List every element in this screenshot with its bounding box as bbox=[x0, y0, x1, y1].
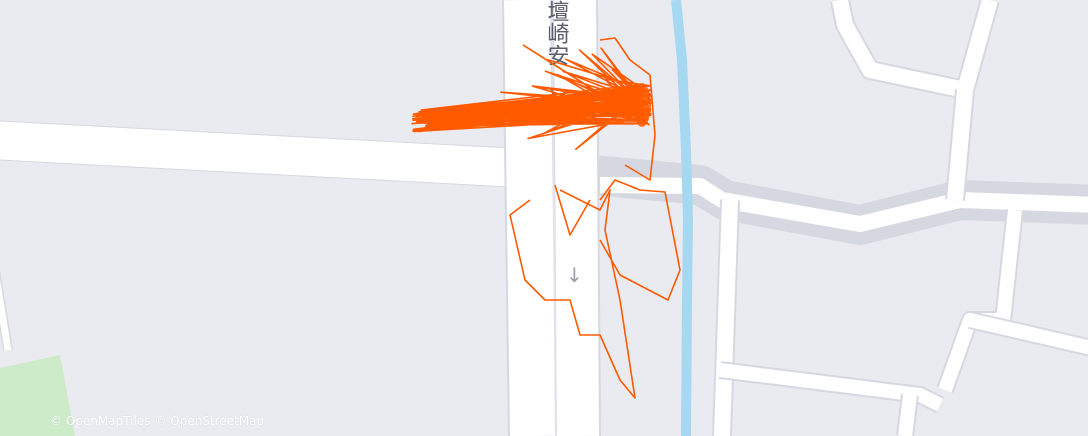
attribution: © OpenMapTiles © OpenStreetMap bbox=[50, 414, 264, 428]
svg-text:壇崎安: 壇崎安 bbox=[544, 0, 570, 66]
river bbox=[671, 0, 694, 436]
oneway-arrow-icon: ↓ bbox=[566, 263, 583, 287]
route-hub bbox=[633, 83, 651, 127]
basemap: 壇崎安 ソ ↓ bbox=[0, 0, 1088, 436]
map-canvas[interactable]: 壇崎安 ソ ↓ © OpenMapTiles © OpenStreetMap bbox=[0, 0, 1088, 436]
openstreetmap-link[interactable]: © OpenStreetMap bbox=[154, 414, 264, 428]
openmaptiles-link[interactable]: © OpenMapTiles bbox=[50, 414, 150, 428]
